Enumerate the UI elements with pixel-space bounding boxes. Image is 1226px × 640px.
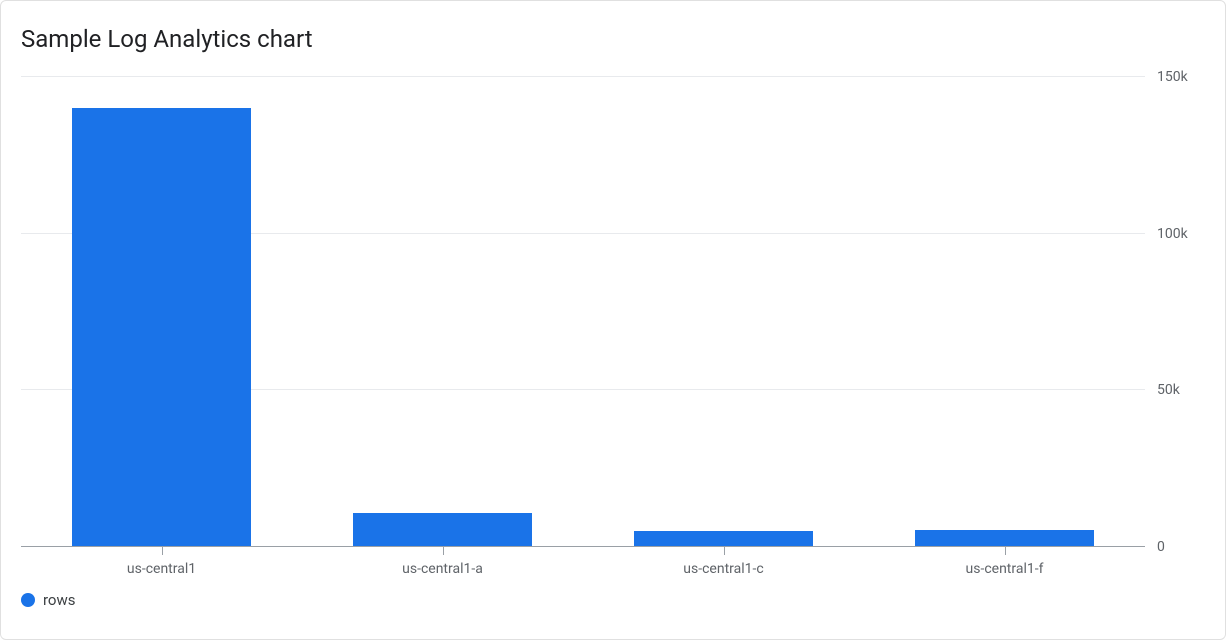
bar-slot — [583, 77, 864, 547]
legend-marker-icon — [21, 593, 35, 607]
bar-slot — [302, 77, 583, 547]
chart-title: Sample Log Analytics chart — [21, 25, 1205, 53]
chart-card: Sample Log Analytics chart 050k100k150k … — [0, 0, 1226, 640]
x-tick-label: us-central1-a — [302, 561, 583, 577]
bars-container — [21, 77, 1145, 547]
x-tick-mark — [443, 547, 444, 555]
chart-area: 050k100k150k — [21, 77, 1205, 547]
x-axis: us-central1us-central1-aus-central1-cus-… — [21, 547, 1145, 577]
plot-region — [21, 77, 1145, 547]
x-tick-mark — [724, 547, 725, 555]
bar[interactable] — [634, 531, 814, 547]
legend-label: rows — [43, 591, 76, 609]
x-tick-mark — [162, 547, 163, 555]
x-tick: us-central1-c — [583, 547, 864, 577]
bar-slot — [864, 77, 1145, 547]
bar[interactable] — [915, 530, 1095, 547]
y-tick-label: 100k — [1157, 226, 1188, 242]
legend: rows — [21, 591, 1205, 609]
y-axis: 050k100k150k — [1145, 77, 1205, 547]
x-tick-label: us-central1-f — [864, 561, 1145, 577]
x-tick: us-central1-f — [864, 547, 1145, 577]
y-tick-label: 0 — [1157, 539, 1165, 555]
x-tick: us-central1 — [21, 547, 302, 577]
y-tick-label: 50k — [1157, 382, 1180, 398]
y-tick-label: 150k — [1157, 69, 1188, 85]
x-tick: us-central1-a — [302, 547, 583, 577]
x-tick-label: us-central1 — [21, 561, 302, 577]
x-tick-label: us-central1-c — [583, 561, 864, 577]
bar[interactable] — [353, 513, 533, 547]
x-tick-mark — [1005, 547, 1006, 555]
bar-slot — [21, 77, 302, 547]
bar[interactable] — [72, 108, 252, 547]
